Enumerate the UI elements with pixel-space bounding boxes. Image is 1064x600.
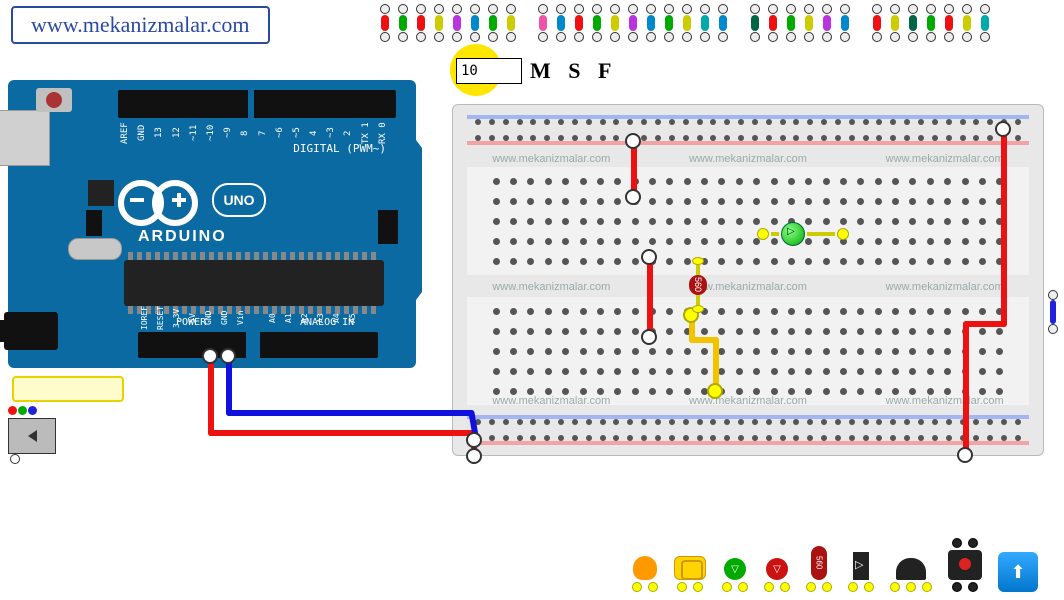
breadboard[interactable]: www.mekanizmalar.comwww.mekanizmalar.com… (452, 104, 1044, 456)
transistor-component[interactable] (890, 558, 932, 592)
resistor-560[interactable]: 560 (689, 257, 707, 313)
wire-connector-palette (378, 4, 992, 42)
wire-connector[interactable] (468, 4, 482, 42)
wire-connector[interactable] (432, 4, 446, 42)
watermark: www.mekanizmalar.comwww.mekanizmalar.com… (453, 281, 1043, 293)
sensor-body (8, 418, 56, 454)
wire-connector[interactable] (942, 4, 956, 42)
potentiometer-component[interactable]: ⬆ (998, 552, 1038, 592)
diode-icon (853, 552, 869, 580)
play-icon (28, 430, 37, 442)
speed-input[interactable] (456, 58, 522, 84)
resistor-icon: 560 (811, 546, 827, 580)
wire-connector[interactable] (748, 4, 762, 42)
reset-button[interactable] (36, 88, 72, 112)
potentiometer-icon: ⬆ (998, 552, 1038, 592)
power-analog-header[interactable] (138, 332, 378, 358)
digital-header[interactable] (118, 90, 396, 118)
sensor-knob (10, 454, 20, 464)
wire-connector[interactable] (870, 4, 884, 42)
wire-connector[interactable] (906, 4, 920, 42)
watermark: www.mekanizmalar.comwww.mekanizmalar.com… (453, 395, 1043, 407)
wire-connector[interactable] (626, 4, 640, 42)
wire-connector[interactable] (608, 4, 622, 42)
power-analog-pin-labels: IOREFRESET3.3V5VGNDGNDVinA0A1A2A3A4A5 (140, 306, 361, 330)
icsp-header-2 (378, 210, 398, 244)
wire-connector[interactable] (802, 4, 816, 42)
wire-connector[interactable] (766, 4, 780, 42)
led-icon: ▽ (766, 558, 788, 580)
led-red-component[interactable]: ▽ (764, 558, 790, 592)
power-jack (4, 312, 58, 350)
resistor-component[interactable]: 560 (806, 546, 832, 592)
rail-row (475, 119, 1021, 125)
hole-grid (489, 303, 1007, 399)
wire-connector[interactable] (396, 4, 410, 42)
arduino-logo-row: UNO (118, 180, 266, 220)
sensor-rgb-pins (8, 406, 37, 415)
terminal-strip-upper[interactable] (467, 167, 1029, 275)
arduino-name: ARDUINO (138, 228, 227, 246)
wire-connector[interactable] (888, 4, 902, 42)
wire-connector[interactable] (838, 4, 852, 42)
pushbutton-component[interactable] (948, 538, 982, 592)
button-icon (948, 550, 982, 580)
arduino-board[interactable]: AREFGND1312~11~10~987~6~54~32TX 1RX 0 DI… (8, 80, 416, 368)
wire-connector[interactable] (978, 4, 992, 42)
rail-row (475, 419, 1021, 425)
speed-label: M S F (530, 58, 617, 84)
wire-connector[interactable] (378, 4, 392, 42)
model-badge: UNO (212, 183, 266, 217)
led-green-component[interactable]: ▽ (722, 558, 748, 592)
resistor-value: 560 (689, 275, 707, 296)
wire-connector[interactable] (820, 4, 834, 42)
led-green[interactable] (757, 222, 849, 246)
message-strip (12, 376, 124, 402)
led-icon (781, 222, 805, 246)
wire-connector[interactable] (680, 4, 694, 42)
component-palette: ▽ ▽ 560 ⬆ (632, 538, 1038, 592)
wire-connector[interactable] (662, 4, 676, 42)
power-rail-bottom[interactable] (467, 413, 1029, 447)
sensor-widget[interactable] (8, 408, 64, 456)
wire-connector[interactable] (924, 4, 938, 42)
transistor-icon (896, 558, 926, 580)
wire-connector[interactable] (590, 4, 604, 42)
diode-component[interactable] (848, 552, 874, 592)
wire-connector[interactable] (504, 4, 518, 42)
wire-connector[interactable] (716, 4, 730, 42)
site-url[interactable]: www.mekanizmalar.com (11, 6, 270, 44)
crystal-oscillator (68, 238, 122, 260)
usb-port (0, 110, 50, 166)
infinity-icon (118, 180, 198, 220)
usb-chip (88, 180, 114, 206)
wire-connector-side[interactable] (1048, 290, 1058, 334)
hole-grid (489, 173, 1007, 269)
wire-connector[interactable] (486, 4, 500, 42)
wire-connector[interactable] (698, 4, 712, 42)
crystal-icon (674, 556, 706, 580)
power-rail-top[interactable] (467, 113, 1029, 147)
atmega-chip (124, 260, 384, 306)
icsp-header-1 (86, 210, 102, 236)
speed-control: M S F (456, 58, 617, 84)
crystal-component[interactable] (674, 556, 706, 592)
wire-connector[interactable] (644, 4, 658, 42)
led-icon: ▽ (724, 558, 746, 580)
wire-connector[interactable] (414, 4, 428, 42)
capacitor-component[interactable] (632, 556, 658, 592)
wire-connector[interactable] (554, 4, 568, 42)
wire-connector[interactable] (572, 4, 586, 42)
wire-connector[interactable] (536, 4, 550, 42)
wire-connector[interactable] (784, 4, 798, 42)
digital-section-label: DIGITAL (PWM~) (293, 142, 386, 155)
wire-connector[interactable] (960, 4, 974, 42)
capacitor-icon (633, 556, 657, 580)
terminal-strip-lower[interactable] (467, 297, 1029, 405)
wire-connector[interactable] (450, 4, 464, 42)
watermark: www.mekanizmalar.comwww.mekanizmalar.com… (453, 153, 1043, 165)
